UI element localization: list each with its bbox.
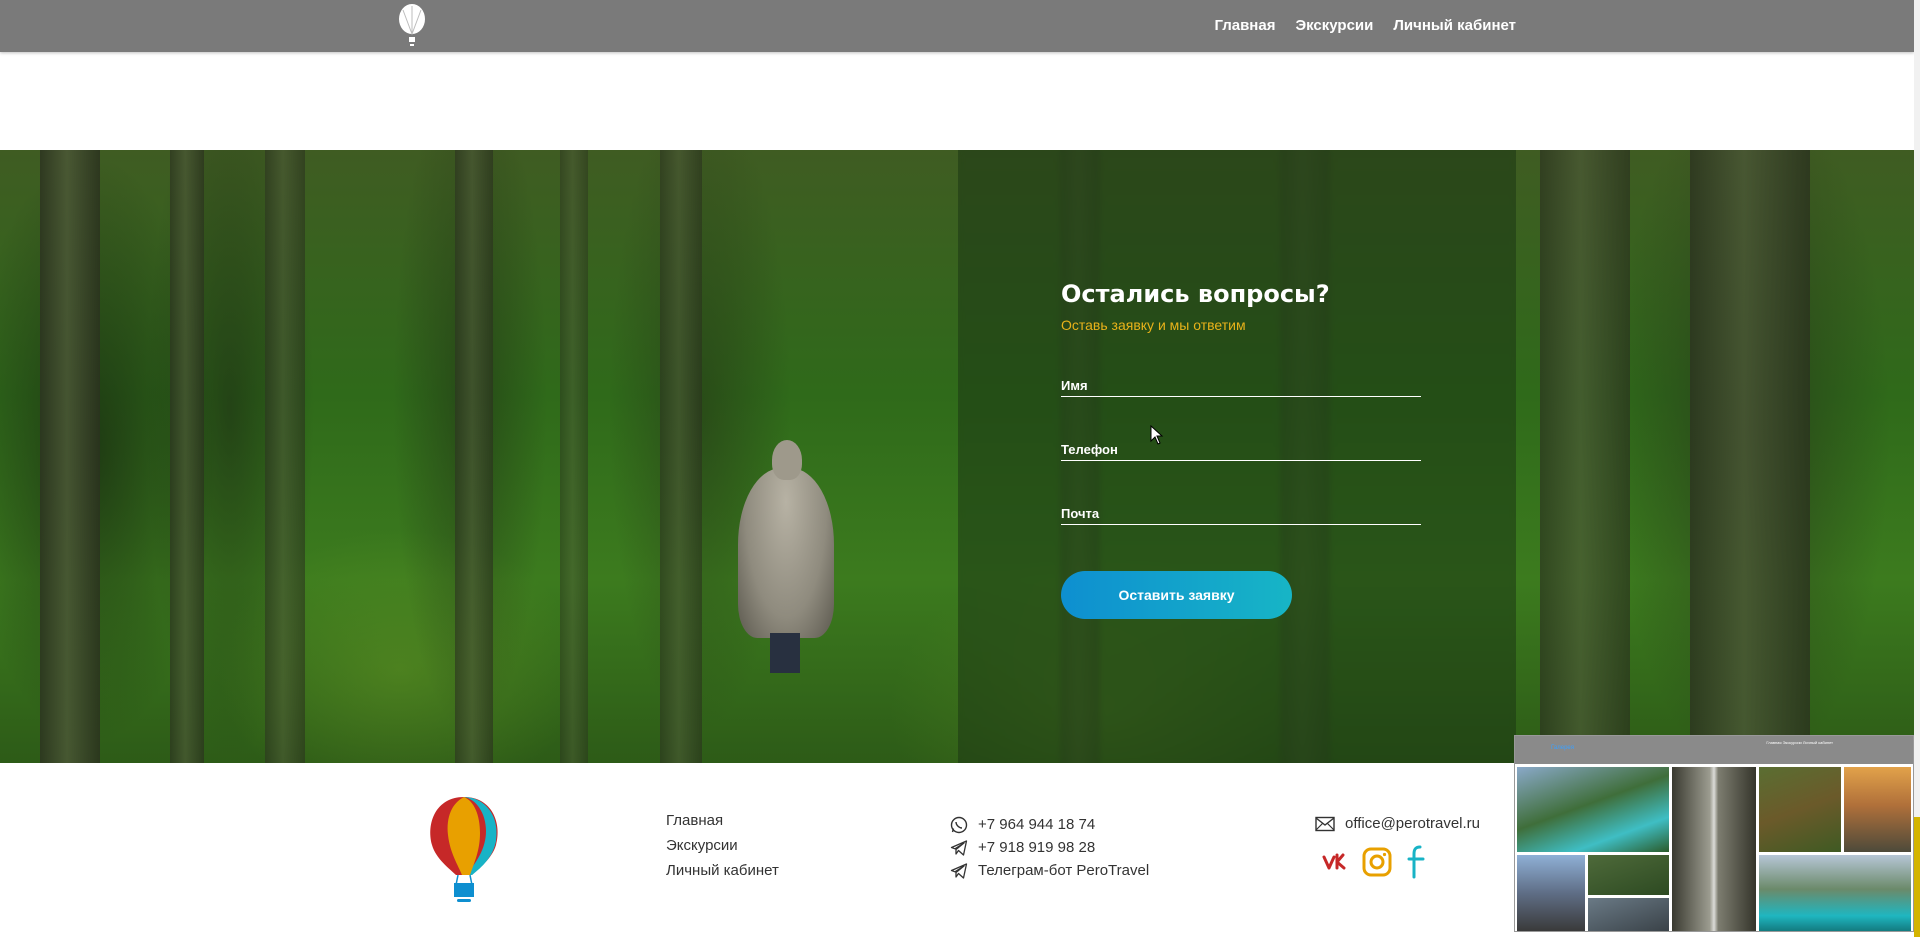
balloon-logo-icon[interactable] (426, 793, 502, 903)
gallery-photo-forest (1588, 855, 1669, 895)
contact-section: Остались вопросы? Оставь заявку и мы отв… (0, 150, 1914, 763)
contact-email[interactable]: office@perotravel.ru (1315, 815, 1480, 832)
telegram-icon (950, 839, 968, 856)
gallery-photo-coast (1759, 855, 1911, 931)
contact-form-panel: Остались вопросы? Оставь заявку и мы отв… (958, 150, 1516, 763)
email-input[interactable] (1061, 506, 1421, 525)
name-input[interactable] (1061, 378, 1421, 397)
instagram-icon (1362, 847, 1392, 877)
gallery-photo-lake (1517, 767, 1669, 852)
nav-link-home[interactable]: Главная (1214, 17, 1275, 34)
page-scrollbar[interactable] (1914, 0, 1920, 937)
whatsapp-icon (950, 816, 968, 833)
nav-link-account[interactable]: Личный кабинет (1393, 17, 1516, 34)
contact-telegram-phone[interactable]: +7 918 919 98 28 (950, 838, 1149, 857)
preview-nav: Главная Экскурсии Личный кабинет (1766, 740, 1833, 745)
footer-links: Главная Экскурсии Личный кабинет (666, 811, 779, 880)
form-subtitle: Оставь заявку и мы ответим (1061, 317, 1246, 333)
footer-link-account[interactable]: Личный кабинет (666, 861, 779, 880)
footer-contacts: +7 964 944 18 74 +7 918 919 98 28 Телегр… (950, 815, 1149, 880)
top-navigation-bar: Главная Экскурсии Личный кабинет (0, 0, 1914, 52)
gallery-photo-sunset (1844, 767, 1911, 852)
form-title: Остались вопросы? (1061, 280, 1330, 308)
preview-header: Галерея Главная Экскурсии Личный кабинет (1515, 736, 1913, 764)
preview-title: Галерея (1551, 745, 1575, 751)
nav-link-excursions[interactable]: Экскурсии (1295, 17, 1373, 34)
social-links (1322, 845, 1432, 879)
gallery-photo-rocks (1588, 898, 1669, 931)
contact-whatsapp[interactable]: +7 964 944 18 74 (950, 815, 1149, 834)
hooded-person-figure (738, 440, 834, 673)
facebook-icon (1407, 845, 1425, 879)
vk-icon (1322, 853, 1346, 870)
mouse-cursor-icon (1150, 425, 1164, 445)
contact-telegram-bot-label: Телеграм-бот PeroTravel (978, 862, 1150, 879)
site-footer: Главная Экскурсии Личный кабинет +7 964 … (0, 735, 1914, 937)
footer-link-home[interactable]: Главная (666, 811, 779, 830)
contact-email-address: office@perotravel.ru (1345, 815, 1481, 832)
submit-request-button[interactable]: Оставить заявку (1061, 571, 1292, 619)
phone-input[interactable] (1061, 442, 1421, 461)
contact-phone-2: +7 918 919 98 28 (978, 839, 1096, 856)
contact-telegram-bot[interactable]: Телеграм-бот PeroTravel (950, 861, 1149, 880)
gallery-photo-waterfall (1672, 767, 1756, 931)
gallery-photo-atv (1759, 767, 1841, 852)
facebook-link[interactable] (1402, 845, 1432, 879)
gallery-photo-horse (1517, 855, 1585, 931)
telegram-icon (950, 862, 968, 879)
contact-phone-1: +7 964 944 18 74 (978, 816, 1096, 833)
scrollbar-thumb[interactable] (1914, 817, 1920, 937)
gallery-page-preview-thumbnail[interactable]: Галерея Главная Экскурсии Личный кабинет (1514, 735, 1914, 932)
balloon-logo-icon[interactable] (397, 4, 427, 48)
main-nav: Главная Экскурсии Личный кабинет (1214, 17, 1516, 34)
instagram-link[interactable] (1362, 847, 1392, 877)
mail-icon (1315, 816, 1335, 831)
footer-link-excursions[interactable]: Экскурсии (666, 836, 779, 855)
vk-link[interactable] (1322, 847, 1352, 877)
